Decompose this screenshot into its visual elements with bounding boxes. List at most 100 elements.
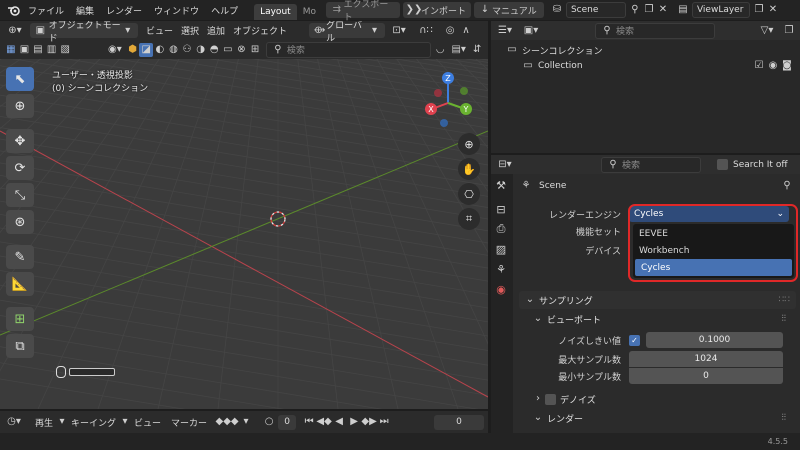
- tab-render[interactable]: ⊟: [491, 200, 511, 218]
- menu-add[interactable]: 追加: [203, 24, 229, 37]
- viewlayer-icon[interactable]: ▤: [674, 3, 692, 17]
- orientation-selector[interactable]: ⟴ グローバル ▾: [309, 21, 386, 44]
- denoise-subpanel-header[interactable]: › デノイズ: [527, 390, 792, 408]
- 3d-viewport[interactable]: ⊕▾ ▣ オブジェクトモード ▾ ビュー 選択 追加 オブジェクト ⟴ グローバ…: [0, 21, 488, 409]
- grid-icon[interactable]: ⊞: [248, 43, 262, 57]
- transform-tool-button[interactable]: ⊛: [6, 210, 34, 234]
- proportional-edit-icon[interactable]: ◎: [443, 24, 457, 38]
- shading-material-icon[interactable]: ⚇: [180, 43, 194, 57]
- scale-tool-button[interactable]: ⤡: [6, 183, 34, 207]
- pin-icon[interactable]: ⚲: [628, 3, 642, 17]
- ortho-toggle-button[interactable]: ⌗: [458, 208, 480, 230]
- display-mode-icon[interactable]: ▣▾: [521, 24, 541, 38]
- play-reverse-icon[interactable]: ◀: [332, 415, 346, 429]
- menu-help[interactable]: ヘルプ: [205, 4, 244, 17]
- light-icon[interactable]: ◓: [207, 43, 221, 57]
- keying-menu[interactable]: キーイング: [66, 416, 121, 429]
- properties-search-input[interactable]: ⚲ 検索: [601, 156, 701, 173]
- manual-button[interactable]: ↓ マニュアル: [473, 2, 544, 18]
- camera-view-icon[interactable]: ▭: [221, 43, 235, 57]
- menu-object[interactable]: オブジェクト: [229, 24, 291, 37]
- export-button[interactable]: ⇉ エクスポート: [325, 0, 400, 23]
- display-mode-icon[interactable]: ▤▾: [447, 43, 470, 57]
- editor-type-icon[interactable]: ⊕▾: [4, 24, 26, 38]
- marker-menu[interactable]: マーカー: [166, 416, 212, 429]
- outliner-search-input[interactable]: ⚲ 検索: [595, 22, 715, 39]
- visibility-eye-icon[interactable]: ◉▾: [108, 43, 122, 57]
- menu-file[interactable]: ファイル: [22, 4, 70, 17]
- filter-icon[interactable]: ◡: [433, 43, 447, 57]
- jump-end-icon[interactable]: ⏭: [377, 415, 391, 429]
- shading-solid-icon[interactable]: ◍: [167, 43, 181, 57]
- noise-threshold-checkbox[interactable]: ✓: [629, 334, 640, 346]
- viewport-subpanel-header[interactable]: ⌄ ビューポート ⫶⫶: [527, 310, 792, 328]
- add-mesh-tool-button[interactable]: ⧉: [6, 334, 34, 358]
- clock-icon[interactable]: ◷▾: [4, 415, 24, 429]
- tab-tool[interactable]: ⚒: [491, 176, 511, 194]
- next-keyframe-icon[interactable]: ◆▶: [361, 415, 376, 429]
- pan-button[interactable]: ✋: [458, 158, 480, 180]
- select-invert-icon[interactable]: ▥: [45, 43, 59, 57]
- tab-scene[interactable]: ⚘: [491, 260, 511, 278]
- overlay-icon[interactable]: ◪: [139, 42, 154, 57]
- cursor-tool-button[interactable]: ⊕: [6, 94, 34, 118]
- shading-rendered-icon[interactable]: ◑: [194, 43, 208, 57]
- properties-editor-icon[interactable]: ⊟▾: [495, 158, 515, 172]
- blender-logo-icon[interactable]: [6, 3, 22, 17]
- falloff-icon[interactable]: ∧: [459, 24, 473, 38]
- outliner-row-collection[interactable]: ▭ Collection ☑ ◉ ◙: [491, 58, 800, 74]
- import-button[interactable]: ❯❯ インポート: [402, 2, 471, 18]
- tab-world[interactable]: ◉: [491, 280, 511, 298]
- new-viewlayer-icon[interactable]: ❐: [752, 3, 766, 17]
- pivot-icon[interactable]: ⊡▾: [389, 24, 409, 38]
- select-intersect-icon[interactable]: ▧: [58, 43, 72, 57]
- outliner-row-scene-collection[interactable]: ▭ シーンコレクション: [491, 42, 800, 58]
- camera-icon[interactable]: ◙: [780, 59, 794, 73]
- zoom-button[interactable]: ⊕: [458, 133, 480, 155]
- select-box-mode-icon[interactable]: ▦: [4, 43, 18, 57]
- menu-render[interactable]: レンダー: [100, 4, 148, 17]
- render-subpanel-header[interactable]: ⌄ レンダー ⫶⫶: [527, 409, 792, 427]
- search-it-off-checkbox[interactable]: [717, 159, 728, 170]
- noise-threshold-field[interactable]: 0.1000: [646, 332, 783, 348]
- end-frame-field[interactable]: 0: [434, 414, 484, 430]
- menu-view[interactable]: ビュー: [142, 24, 177, 37]
- menu-select[interactable]: 選択: [177, 24, 203, 37]
- view-menu[interactable]: ビュー: [129, 416, 166, 429]
- scene-icon[interactable]: ⛁: [548, 3, 566, 17]
- camera-toggle-button[interactable]: ⎔: [458, 183, 480, 205]
- exclude-checkbox-icon[interactable]: ☑: [752, 59, 766, 73]
- rotate-tool-button[interactable]: ⟳: [6, 156, 34, 180]
- new-scene-icon[interactable]: ❐: [642, 3, 656, 17]
- scene-name-field[interactable]: Scene: [565, 2, 626, 18]
- annotate-tool-button[interactable]: ✎: [6, 245, 34, 269]
- measure-tool-button[interactable]: 📐: [6, 272, 34, 296]
- select-subtract-icon[interactable]: ▤: [31, 43, 45, 57]
- move-tool-button[interactable]: ✥: [6, 129, 34, 153]
- outliner-editor-icon[interactable]: ☰▾: [495, 24, 515, 38]
- tab-modeling[interactable]: Mo: [297, 4, 322, 20]
- menu-window[interactable]: ウィンドウ: [148, 4, 205, 17]
- drag-handle-icon[interactable]: ∷∷: [779, 295, 790, 305]
- tab-output[interactable]: ⎙: [491, 220, 511, 238]
- new-collection-icon[interactable]: ❐: [782, 24, 796, 38]
- viewport-search-input[interactable]: ⚲ 検索: [265, 41, 432, 58]
- denoise-checkbox[interactable]: [545, 393, 556, 405]
- prev-keyframe-icon[interactable]: ◀◆: [316, 415, 331, 429]
- playback-menu[interactable]: 再生: [30, 416, 58, 429]
- select-tool-button[interactable]: ⬉: [6, 67, 34, 91]
- gizmo-color-icon[interactable]: ⬢: [126, 43, 140, 57]
- sampling-panel-header[interactable]: ⌄ サンプリング ∷∷: [519, 291, 796, 309]
- xray-icon[interactable]: ◐: [153, 43, 167, 57]
- presets-icon[interactable]: ⫶⫶: [781, 413, 786, 423]
- tab-layout[interactable]: Layout: [254, 4, 297, 20]
- mode-selector[interactable]: ▣ オブジェクトモード ▾: [30, 21, 138, 44]
- viewlayer-name-field[interactable]: ViewLayer: [691, 2, 750, 18]
- play-icon[interactable]: ▶: [347, 415, 361, 429]
- eye-icon[interactable]: ◉: [766, 59, 780, 73]
- record-icon[interactable]: ○: [262, 415, 276, 429]
- max-samples-field[interactable]: 1024: [629, 351, 783, 367]
- add-cube-tool-button[interactable]: ⊞: [6, 307, 34, 331]
- menu-edit[interactable]: 編集: [70, 4, 100, 17]
- current-frame-field[interactable]: 0: [278, 414, 297, 430]
